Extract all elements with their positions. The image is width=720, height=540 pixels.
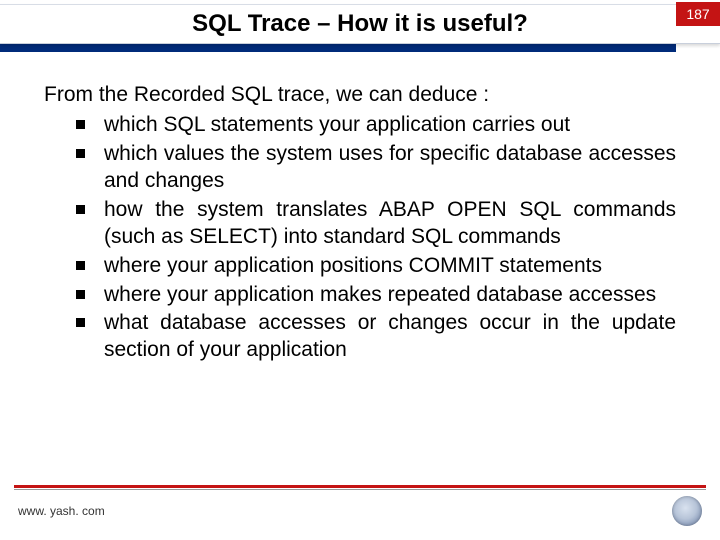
list-item: which SQL statements your application ca… — [76, 112, 676, 139]
page-number-badge: 187 — [676, 2, 720, 26]
footer-url: www. yash. com — [18, 504, 105, 518]
list-item: how the system translates ABAP OPEN SQL … — [76, 197, 676, 251]
intro-text: From the Recorded SQL trace, we can dedu… — [44, 82, 676, 108]
footer-rule-red — [14, 485, 706, 488]
list-item: where your application makes repeated da… — [76, 282, 676, 309]
slide-title: SQL Trace – How it is useful? — [192, 10, 528, 38]
slide-body: From the Recorded SQL trace, we can dedu… — [0, 52, 720, 364]
footer-row: www. yash. com — [0, 496, 720, 526]
bullet-list: which SQL statements your application ca… — [44, 112, 676, 364]
list-item: which values the system uses for specifi… — [76, 141, 676, 195]
header-bar: SQL Trace – How it is useful? 187 — [0, 0, 720, 48]
list-item: what database accesses or changes occur … — [76, 310, 676, 364]
page-number: 187 — [686, 6, 709, 22]
list-item: where your application positions COMMIT … — [76, 253, 676, 280]
footer: www. yash. com — [0, 485, 720, 526]
title-band: SQL Trace – How it is useful? — [0, 4, 720, 44]
footer-rule-grey — [14, 489, 706, 490]
company-logo-icon — [672, 496, 702, 526]
